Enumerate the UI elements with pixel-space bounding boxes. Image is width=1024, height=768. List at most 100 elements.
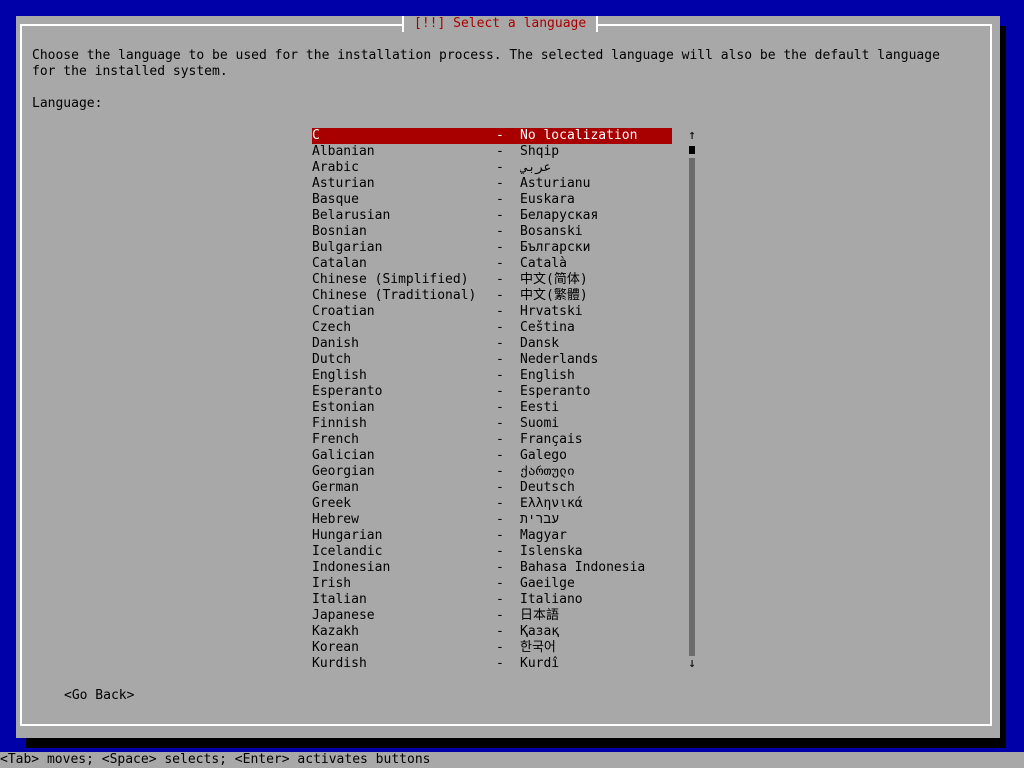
language-native-name: Català xyxy=(520,256,567,271)
language-option[interactable]: Chinese (Simplified) - 中文(简体) xyxy=(312,272,672,288)
language-separator: - xyxy=(496,352,504,367)
language-option[interactable]: Bosnian - Bosanski xyxy=(312,224,672,240)
language-name: Asturian xyxy=(312,176,375,191)
language-option[interactable]: English - English xyxy=(312,368,672,384)
language-name: Belarusian xyxy=(312,208,391,223)
language-name: Indonesian xyxy=(312,560,391,575)
dialog-title-bar: [!!] Select a language xyxy=(402,16,599,32)
go-back-button[interactable]: <Go Back> xyxy=(64,688,134,704)
language-native-name: Dansk xyxy=(520,336,560,351)
language-separator: - xyxy=(496,240,504,255)
language-native-name: Nederlands xyxy=(520,352,599,367)
language-option[interactable]: Chinese (Traditional) - 中文(繁體) xyxy=(312,288,672,304)
language-option[interactable]: Georgian - ქართული xyxy=(312,464,672,480)
language-option[interactable]: Galician - Galego xyxy=(312,448,672,464)
language-separator: - xyxy=(496,528,504,543)
language-separator: - xyxy=(496,592,504,607)
language-name: Chinese (Simplified) xyxy=(312,272,469,287)
language-native-name: Қазақ xyxy=(520,624,560,639)
language-list[interactable]: C - No localization Albanian - Shqip Arabic - عر… xyxy=(312,128,672,672)
help-bar: <Tab> moves; <Space> selects; <Enter> ac… xyxy=(0,752,1024,768)
language-option[interactable]: Kurdish - Kurdî xyxy=(312,656,672,672)
language-native-name: Galego xyxy=(520,448,567,463)
language-name: English xyxy=(312,368,367,383)
language-option[interactable]: Hebrew - עברית xyxy=(312,512,672,528)
scroll-up-icon[interactable]: ↑ xyxy=(686,128,698,144)
language-option[interactable]: Esperanto - Esperanto xyxy=(312,384,672,400)
language-native-name: عربي xyxy=(520,160,552,175)
language-name: Irish xyxy=(312,576,352,591)
language-name: Arabic xyxy=(312,160,359,175)
language-native-name: Български xyxy=(520,240,591,255)
language-option[interactable]: French - Français xyxy=(312,432,672,448)
dialog-prompt: Choose the language to be used for the i… xyxy=(32,48,940,79)
language-separator: - xyxy=(496,480,504,495)
language-native-name: Hrvatski xyxy=(520,304,583,319)
language-native-name: Bahasa Indonesia xyxy=(520,560,646,575)
language-separator: - xyxy=(496,576,504,591)
scroll-thumb[interactable] xyxy=(689,146,695,154)
language-option[interactable]: Icelandic - Íslenska xyxy=(312,544,672,560)
language-option[interactable]: Korean - 한국어 xyxy=(312,640,672,656)
language-option[interactable]: Finnish - Suomi xyxy=(312,416,672,432)
language-native-name: Ελληνικά xyxy=(520,496,583,511)
language-native-name: עברית xyxy=(520,512,560,527)
language-option[interactable]: Albanian - Shqip xyxy=(312,144,672,160)
language-name: Galician xyxy=(312,448,375,463)
language-option[interactable]: Hungarian - Magyar xyxy=(312,528,672,544)
language-name: Kurdish xyxy=(312,656,367,671)
language-option[interactable]: Dutch - Nederlands xyxy=(312,352,672,368)
language-separator: - xyxy=(496,640,504,655)
language-option[interactable]: Asturian - Asturianu xyxy=(312,176,672,192)
language-name: Czech xyxy=(312,320,352,335)
language-separator: - xyxy=(496,400,504,415)
language-name: Catalan xyxy=(312,256,367,271)
language-name: Estonian xyxy=(312,400,375,415)
language-name: Hebrew xyxy=(312,512,359,527)
language-option[interactable]: Croatian - Hrvatski xyxy=(312,304,672,320)
language-option[interactable]: Arabic - عربي xyxy=(312,160,672,176)
language-option[interactable]: Italian - Italiano xyxy=(312,592,672,608)
language-name: Japanese xyxy=(312,608,375,623)
language-separator: - xyxy=(496,320,504,335)
language-separator: - xyxy=(496,288,504,303)
language-option[interactable]: Estonian - Eesti xyxy=(312,400,672,416)
language-option[interactable]: Catalan - Català xyxy=(312,256,672,272)
language-option[interactable]: Greek - Ελληνικά xyxy=(312,496,672,512)
dialog-title: [!!] Select a language xyxy=(404,16,597,32)
scroll-down-icon[interactable]: ↓ xyxy=(686,656,698,672)
language-name: Bosnian xyxy=(312,224,367,239)
language-name: C xyxy=(312,128,320,143)
language-native-name: Čeština xyxy=(520,320,575,335)
language-option[interactable]: Danish - Dansk xyxy=(312,336,672,352)
language-name: Dutch xyxy=(312,352,352,367)
language-separator: - xyxy=(496,624,504,639)
language-option[interactable]: German - Deutsch xyxy=(312,480,672,496)
language-option[interactable]: Belarusian - Беларуская xyxy=(312,208,672,224)
language-option[interactable]: Japanese - 日本語 xyxy=(312,608,672,624)
language-separator: - xyxy=(496,656,504,671)
language-name: Kazakh xyxy=(312,624,359,639)
language-name: German xyxy=(312,480,359,495)
language-option[interactable]: Bulgarian - Български xyxy=(312,240,672,256)
language-option[interactable]: Basque - Euskara xyxy=(312,192,672,208)
language-native-name: Íslenska xyxy=(520,544,583,559)
language-option[interactable]: Kazakh - Қазақ xyxy=(312,624,672,640)
language-name: Esperanto xyxy=(312,384,383,399)
language-separator: - xyxy=(496,496,504,511)
language-option[interactable]: Czech - Čeština xyxy=(312,320,672,336)
language-option[interactable]: Indonesian - Bahasa Indonesia xyxy=(312,560,672,576)
language-native-name: 日本語 xyxy=(520,608,560,623)
language-native-name: Suomi xyxy=(520,416,560,431)
language-list-label: Language: xyxy=(32,96,103,111)
language-option[interactable]: Irish - Gaeilge xyxy=(312,576,672,592)
language-native-name: 한국어 xyxy=(520,640,556,655)
language-scrollbar[interactable]: ↑ ↓ xyxy=(686,128,698,672)
language-separator: - xyxy=(496,224,504,239)
language-separator: - xyxy=(496,160,504,175)
language-option[interactable]: C - No localization xyxy=(312,128,672,144)
language-dialog: [!!] Select a language Choose the langua… xyxy=(16,16,1000,738)
scroll-track[interactable] xyxy=(689,158,695,656)
language-native-name: Français xyxy=(520,432,583,447)
language-separator: - xyxy=(496,368,504,383)
